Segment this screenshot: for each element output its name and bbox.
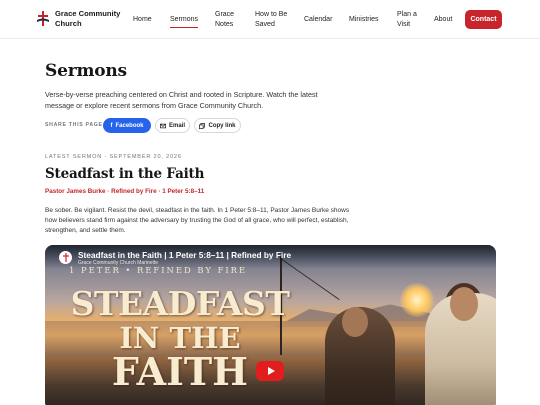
page-intro: Verse-by-verse preaching centered on Chr… (45, 90, 318, 110)
site-header: Grace Community Church Home Sermons Grac… (0, 0, 540, 39)
sermon-description: Be sober. Be vigilant. Resist the devil,… (45, 207, 350, 235)
channel-avatar[interactable] (59, 251, 72, 264)
play-icon (267, 367, 275, 375)
facebook-icon: f (110, 122, 113, 129)
nav-ministries[interactable]: Ministries (349, 15, 379, 25)
video-player[interactable]: Steadfast in the Faith | 1 Peter 5:8–11 … (45, 245, 496, 405)
page-title: Sermons (45, 61, 127, 81)
play-button[interactable] (256, 361, 284, 381)
video-thumbnail-sun (400, 283, 434, 317)
church-logo-icon[interactable] (37, 11, 49, 26)
nav-home[interactable]: Home (133, 15, 152, 25)
contact-button[interactable]: Contact (465, 10, 502, 29)
share-facebook-label: Facebook (115, 122, 144, 129)
copy-icon (199, 122, 206, 129)
copy-link-button[interactable]: Copy link (194, 118, 241, 133)
nav-calendar[interactable]: Calendar (304, 15, 332, 25)
brand-name[interactable]: Grace Community Church (55, 9, 125, 29)
nav-about[interactable]: About (434, 15, 452, 25)
thumbnail-headline-line: STEADFAST (70, 284, 290, 323)
share-facebook-button[interactable]: f Facebook (103, 118, 151, 133)
sermon-meta: LATEST SERMON · SEPTEMBER 20, 2026 (45, 154, 182, 160)
share-email-button[interactable]: Email (155, 118, 190, 133)
nav-plan-a-visit[interactable]: Plan a Visit (397, 10, 421, 30)
sermon-byline: Pastor James Burke · Refined by Fire · 1… (45, 188, 205, 195)
nav-sermons[interactable]: Sermons (170, 15, 199, 28)
video-thumbnail-figure-head (342, 307, 368, 337)
nav-grace-notes[interactable]: Grace Notes (215, 10, 239, 30)
video-thumbnail-figure-head (450, 287, 478, 321)
thumbnail-subtitle: 1 PETER • REFINED BY FIRE (69, 265, 248, 275)
sermon-title: Steadfast in the Faith (45, 166, 205, 182)
share-label: SHARE THIS PAGE (45, 122, 103, 128)
copy-link-label: Copy link (208, 122, 236, 129)
church-logo-icon (62, 253, 69, 262)
share-email-label: Email (168, 122, 185, 129)
video-title[interactable]: Steadfast in the Faith | 1 Peter 5:8–11 … (78, 250, 291, 260)
nav-how-to-be-saved[interactable]: How to Be Saved (255, 10, 289, 30)
email-icon (159, 123, 166, 128)
